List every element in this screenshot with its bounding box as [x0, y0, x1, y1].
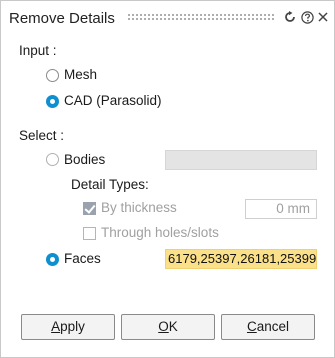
bodies-radio[interactable] [46, 153, 59, 166]
reset-icon[interactable] [283, 9, 297, 25]
select-heading: Select : [19, 128, 65, 143]
bodies-selection-field [165, 150, 317, 170]
mesh-radio[interactable] [46, 69, 59, 82]
cad-parasolid-label[interactable]: CAD (Parasolid) [64, 93, 162, 108]
apply-button[interactable]: Apply [21, 314, 115, 340]
drag-grip[interactable] [127, 13, 275, 22]
close-icon[interactable] [316, 9, 330, 25]
through-holes-label: Through holes/slots [101, 225, 219, 240]
by-thickness-checkbox [83, 202, 96, 215]
through-holes-checkbox [83, 227, 96, 240]
ok-mnemonic: O [158, 319, 169, 334]
by-thickness-label: By thickness [101, 200, 177, 215]
title-bar[interactable]: Remove Details [1, 1, 334, 35]
bodies-label[interactable]: Bodies [64, 152, 105, 167]
cad-parasolid-radio[interactable] [46, 95, 59, 108]
thickness-input: 0 mm [245, 199, 317, 219]
cancel-button[interactable]: Cancel [221, 314, 315, 340]
mesh-label[interactable]: Mesh [64, 67, 97, 82]
detail-types-heading: Detail Types: [71, 177, 149, 192]
input-heading: Input : [19, 43, 57, 58]
remove-details-dialog: Remove Details Input : Mesh CAD (Parasol… [0, 0, 335, 358]
cancel-label-rest: ancel [256, 319, 290, 334]
ok-label-rest: K [168, 319, 178, 334]
help-icon[interactable] [300, 9, 314, 25]
faces-radio[interactable] [46, 253, 59, 266]
faces-label[interactable]: Faces [64, 251, 101, 266]
apply-label-rest: pply [60, 319, 85, 334]
faces-selection-field[interactable]: 6179,25397,26181,25399 [165, 249, 317, 269]
cancel-mnemonic: C [246, 319, 257, 334]
dialog-title: Remove Details [9, 10, 115, 27]
ok-button[interactable]: OK [121, 314, 215, 340]
apply-mnemonic: A [51, 319, 61, 334]
